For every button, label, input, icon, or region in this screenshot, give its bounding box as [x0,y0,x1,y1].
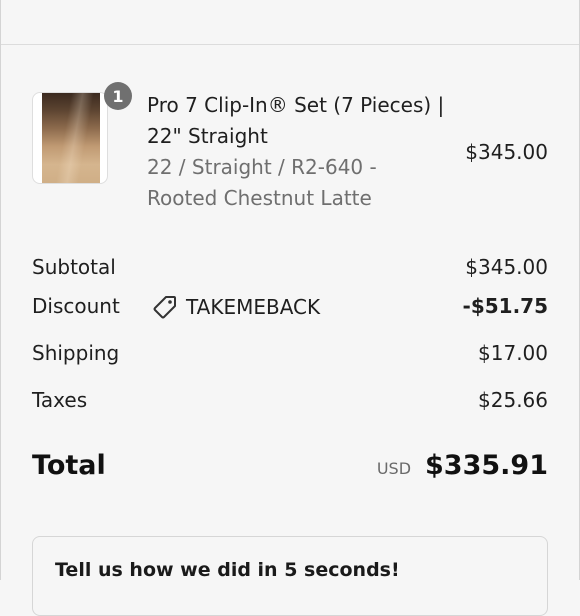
order-summary-header [0,0,580,45]
shipping-value: $17.00 [478,341,548,365]
hair-extension-image [42,93,100,183]
product-variant: 22 / Straight / R2-640 - Rooted Chestnut… [147,155,377,210]
product-title: Pro 7 Clip-In® Set (7 Pieces) | 22" Stra… [147,93,445,148]
product-price: $345.00 [465,140,548,164]
discount-row: Discount TAKEMEBACK -$51.75 [32,294,548,324]
discount-code-text: TAKEMEBACK [186,295,321,319]
product-thumbnail-container: 1 [32,82,132,184]
product-thumbnail [32,92,108,184]
discount-value: -$51.75 [462,294,548,318]
quantity-badge: 1 [104,82,132,110]
subtotal-row: Subtotal $345.00 [32,255,548,285]
feedback-title: Tell us how we did in 5 seconds! [55,559,400,581]
panel-edge-left [0,0,1,580]
total-amount-group: USD $335.91 [377,450,548,481]
shipping-row: Shipping $17.00 [32,341,548,371]
subtotal-value: $345.00 [465,255,548,279]
shipping-label: Shipping [32,341,120,365]
total-value: $335.91 [425,450,548,481]
subtotal-label: Subtotal [32,255,116,279]
currency-code: USD [376,459,412,478]
tag-icon [152,294,178,320]
total-label: Total [32,450,106,481]
feedback-card[interactable]: Tell us how we did in 5 seconds! [32,536,548,616]
taxes-label: Taxes [32,388,88,412]
taxes-value: $25.66 [478,388,548,412]
taxes-row: Taxes $25.66 [32,388,548,418]
discount-code: TAKEMEBACK [152,294,320,320]
discount-label: Discount [32,294,120,318]
total-row: Total USD $335.91 [32,450,548,490]
